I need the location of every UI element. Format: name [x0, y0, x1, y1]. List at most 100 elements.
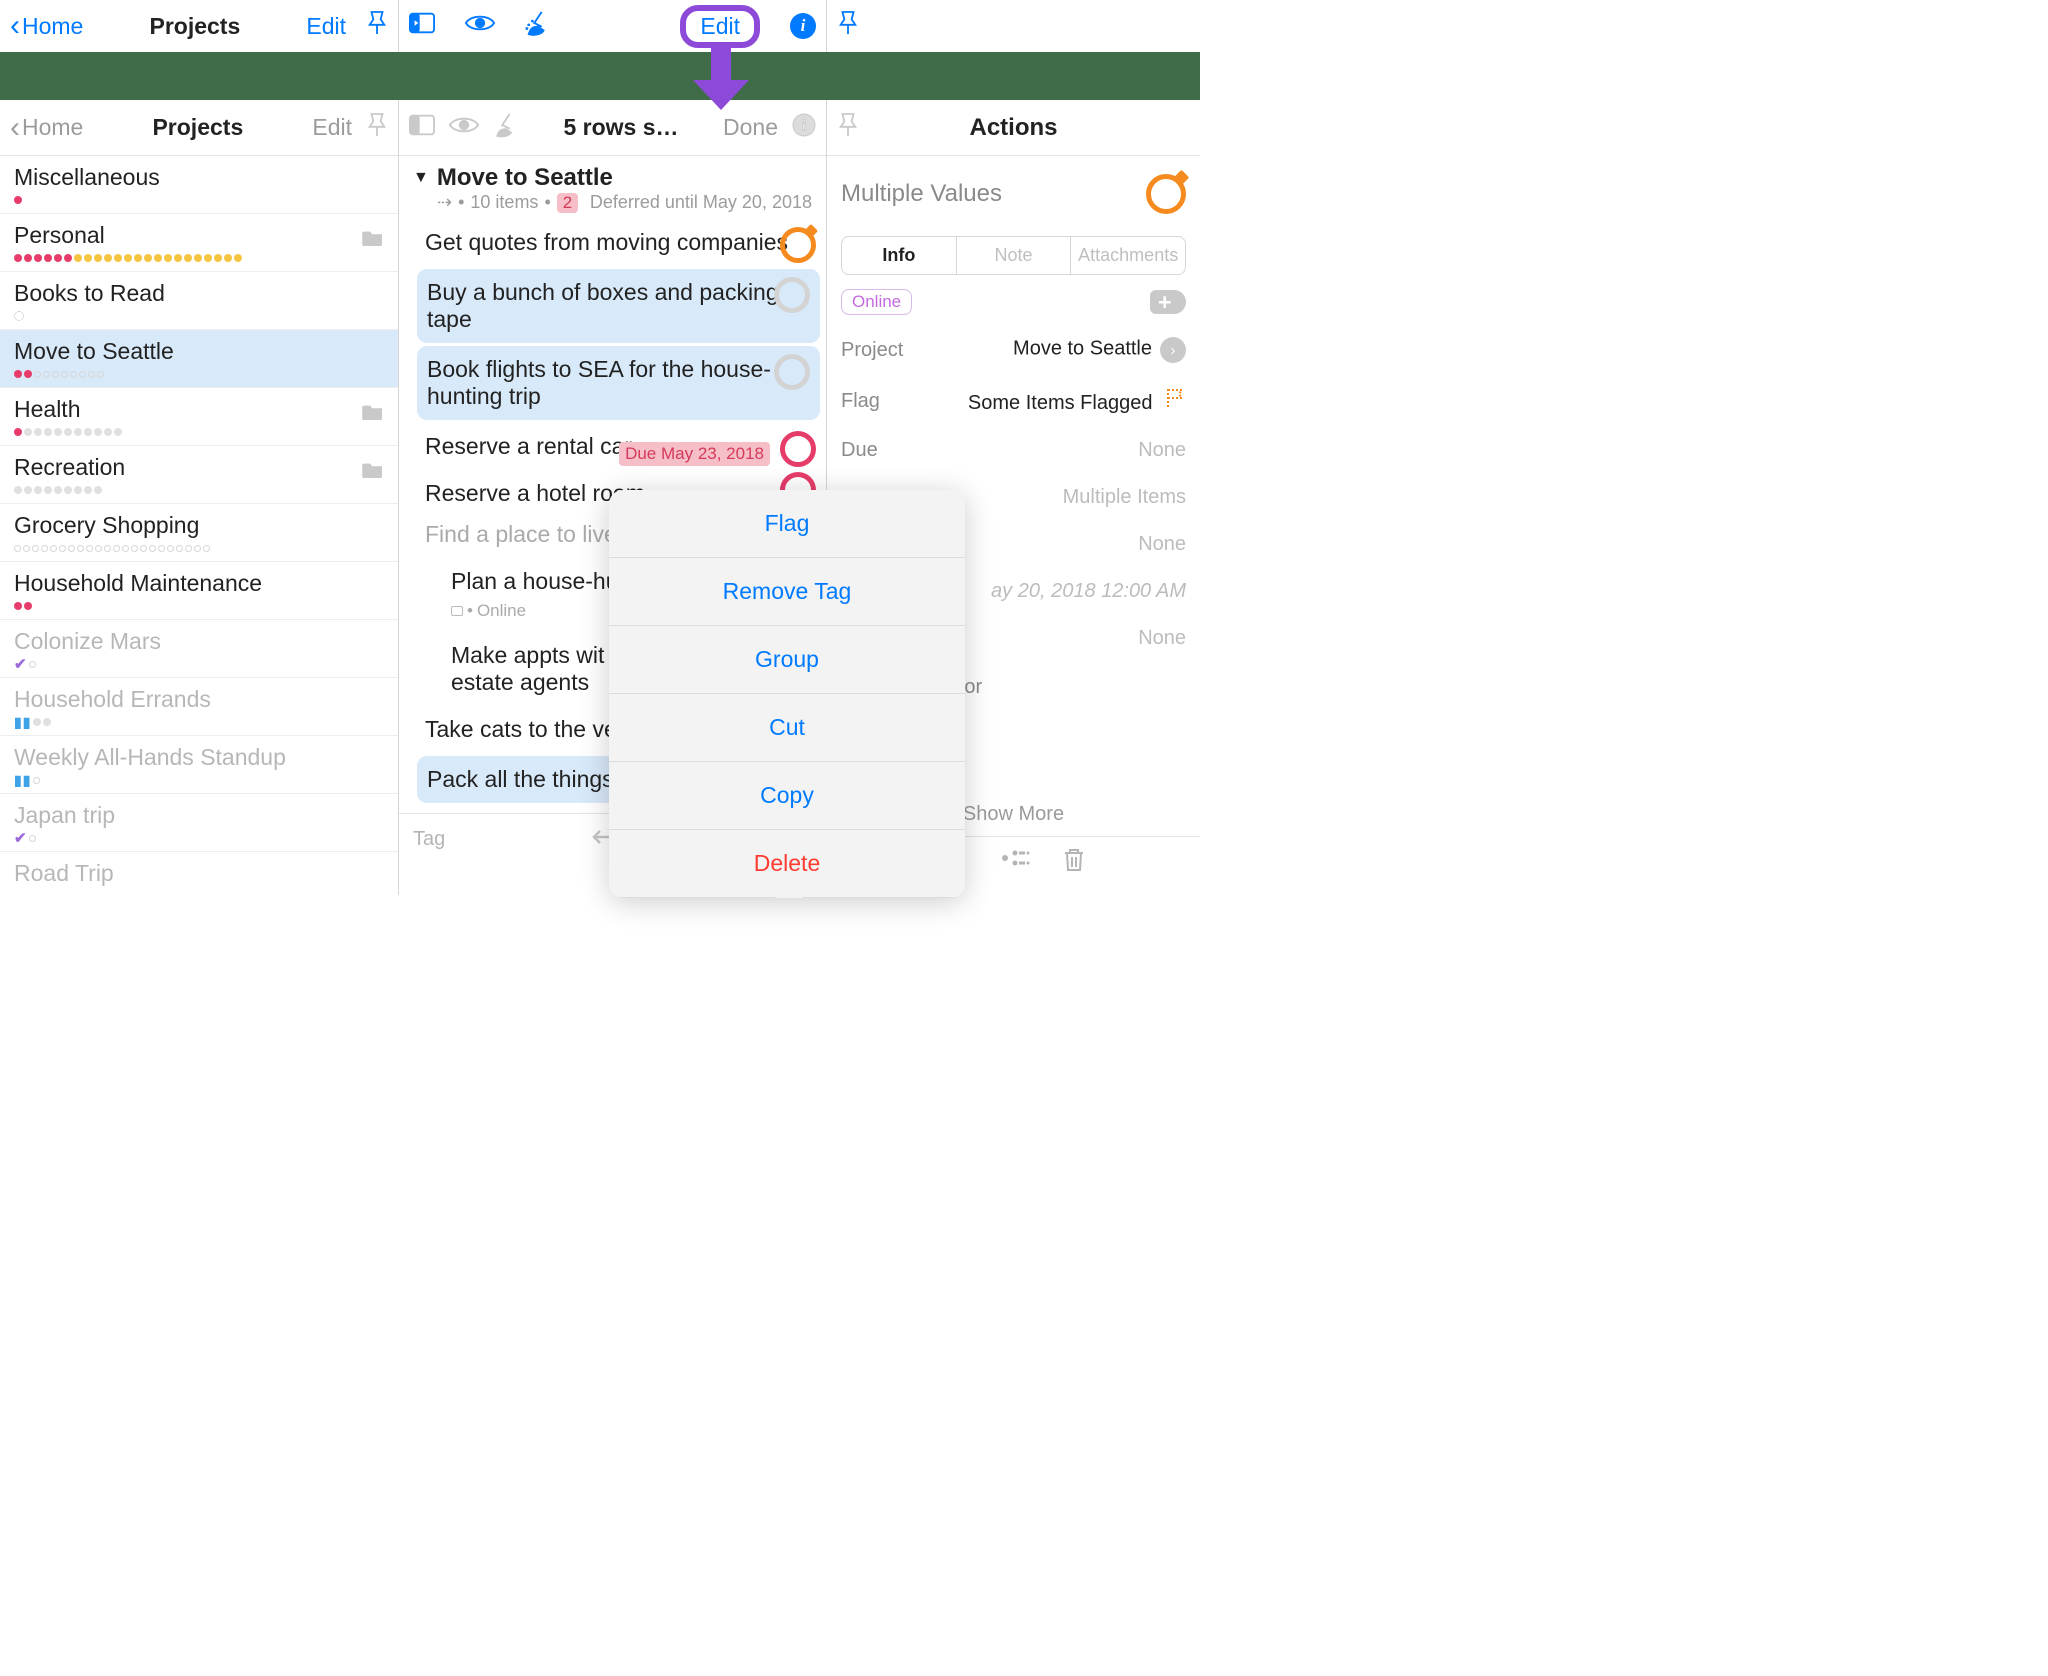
- info-icon[interactable]: i: [790, 13, 816, 39]
- status-circle-icon[interactable]: [780, 227, 816, 263]
- flag-label: Flag: [841, 390, 880, 413]
- task-title: Buy a bunch of boxes and packing tape: [427, 279, 779, 332]
- edit-pill-button[interactable]: Edit: [680, 5, 760, 48]
- flag-value[interactable]: Some Items Flagged: [968, 392, 1153, 414]
- edit-button[interactable]: Edit: [306, 13, 346, 40]
- status-circle-icon[interactable]: [774, 354, 810, 390]
- project-item-selected[interactable]: Move to Seattle: [0, 330, 398, 388]
- separator-band: [0, 52, 1200, 100]
- status-circle-icon[interactable]: [1146, 174, 1186, 214]
- multiple-items-value: Multiple Items: [1063, 486, 1186, 509]
- project-title: Household Maintenance: [14, 570, 384, 597]
- tab-note[interactable]: Note: [956, 237, 1071, 274]
- folder-icon: [362, 228, 384, 246]
- project-title: Colonize Mars: [14, 628, 384, 655]
- project-title: Recreation: [14, 454, 384, 481]
- project-item[interactable]: Health: [0, 388, 398, 446]
- project-item[interactable]: Recreation: [0, 446, 398, 504]
- chevron-right-icon[interactable]: ›: [1160, 337, 1186, 363]
- project-item[interactable]: Books to Read: [0, 272, 398, 330]
- cleanup-icon[interactable]: [525, 10, 551, 42]
- due-count-badge: 2: [557, 193, 578, 213]
- info-icon: i: [792, 113, 816, 143]
- menu-remove-tag[interactable]: Remove Tag: [609, 558, 965, 626]
- note-icon: [451, 606, 463, 616]
- items-count: 10 items: [470, 192, 538, 213]
- add-tag-button[interactable]: [1150, 290, 1186, 314]
- home-label: Home: [22, 13, 83, 40]
- tab-attachments[interactable]: Attachments: [1070, 237, 1185, 274]
- task-title: Take cats to the vet: [425, 716, 623, 742]
- projects-title: Projects: [97, 114, 298, 141]
- deferred-text: Deferred until May 20, 2018: [584, 192, 812, 213]
- task-row[interactable]: Reserve a rental car Due May 23, 2018: [399, 423, 826, 470]
- flag-icon: [1164, 387, 1186, 409]
- multiple-values-label: Multiple Values: [841, 180, 1002, 208]
- status-circle-icon[interactable]: [780, 431, 816, 467]
- pin-icon[interactable]: [366, 10, 388, 42]
- task-title: Pack all the things!: [427, 766, 620, 792]
- tag-online[interactable]: Online: [841, 289, 912, 315]
- done-button[interactable]: Done: [723, 114, 778, 141]
- project-item[interactable]: Colonize Mars ✔︎: [0, 620, 398, 678]
- due-badge: Due May 23, 2018: [619, 442, 770, 466]
- project-title: Books to Read: [14, 280, 384, 307]
- project-item[interactable]: Weekly All-Hands Standup ▮▮: [0, 736, 398, 794]
- project-item[interactable]: Road Trip: [0, 852, 398, 895]
- check-icon: ✔︎: [14, 655, 27, 673]
- menu-flag[interactable]: Flag: [609, 490, 965, 558]
- task-title: Find a place to live: [425, 521, 617, 547]
- actions-title: Actions: [859, 114, 1168, 142]
- project-item[interactable]: Grocery Shopping: [0, 504, 398, 562]
- project-label: Project: [841, 339, 903, 362]
- project-item[interactable]: Personal: [0, 214, 398, 272]
- back-home-button[interactable]: ‹ Home: [10, 113, 83, 143]
- left-toolbar: ‹ Home Projects Edit: [0, 100, 398, 156]
- selection-count: 5 rows s…: [533, 114, 709, 141]
- edit-button[interactable]: Edit: [312, 114, 352, 141]
- pin-icon[interactable]: [837, 10, 859, 42]
- menu-cut[interactable]: Cut: [609, 694, 965, 762]
- task-title: Make appts wit: [451, 642, 604, 668]
- defer-date-value: ay 20, 2018 12:00 AM: [991, 580, 1186, 603]
- pause-icon: ▮▮: [14, 714, 31, 731]
- tag-button[interactable]: Tag: [413, 828, 445, 851]
- pause-icon: ▮▮: [14, 772, 31, 789]
- task-title: Get quotes from moving companies: [425, 229, 788, 255]
- project-title: Personal: [14, 222, 384, 249]
- project-item[interactable]: Household Errands ▮▮: [0, 678, 398, 736]
- project-title: Weekly All-Hands Standup: [14, 744, 384, 771]
- task-row-selected[interactable]: Buy a bunch of boxes and packing tape: [417, 269, 820, 343]
- sequence-icon: ⇢: [437, 192, 452, 213]
- task-row-selected[interactable]: Book flights to SEA for the house-huntin…: [417, 346, 820, 420]
- context-menu-popover: Flag Remove Tag Group Cut Copy Delete: [609, 490, 965, 898]
- eye-icon: [449, 114, 479, 142]
- eye-icon[interactable]: [465, 12, 495, 40]
- menu-copy[interactable]: Copy: [609, 762, 965, 830]
- mid-toolbar: 5 rows s… Done i: [399, 100, 826, 156]
- project-item[interactable]: Japan trip ✔︎: [0, 794, 398, 852]
- convert-icon[interactable]: [1001, 847, 1031, 879]
- tab-info[interactable]: Info: [842, 237, 956, 274]
- folder-icon: [362, 460, 384, 478]
- due-value[interactable]: None: [1138, 439, 1186, 462]
- top-right-toolbar: [827, 0, 1200, 52]
- pin-icon[interactable]: [366, 112, 388, 144]
- duration-value: None: [1138, 533, 1186, 556]
- back-home-button[interactable]: ‹ Home: [10, 11, 83, 41]
- projects-title: Projects: [149, 13, 240, 40]
- actions-header: Actions: [827, 100, 1200, 156]
- panel-toggle-icon[interactable]: [409, 12, 435, 40]
- project-item[interactable]: Miscellaneous: [0, 156, 398, 214]
- cleanup-icon: [493, 112, 519, 144]
- project-list: Miscellaneous Personal Books to Read Mov…: [0, 156, 398, 895]
- menu-group[interactable]: Group: [609, 626, 965, 694]
- folder-icon: [362, 402, 384, 420]
- project-value[interactable]: Move to Seattle: [1013, 338, 1152, 360]
- task-row[interactable]: Get quotes from moving companies: [399, 219, 826, 266]
- disclosure-triangle-icon[interactable]: ▼: [413, 169, 429, 187]
- pin-icon[interactable]: [837, 112, 859, 144]
- project-item[interactable]: Household Maintenance: [0, 562, 398, 620]
- status-circle-icon[interactable]: [774, 277, 810, 313]
- trash-icon[interactable]: [1063, 847, 1085, 879]
